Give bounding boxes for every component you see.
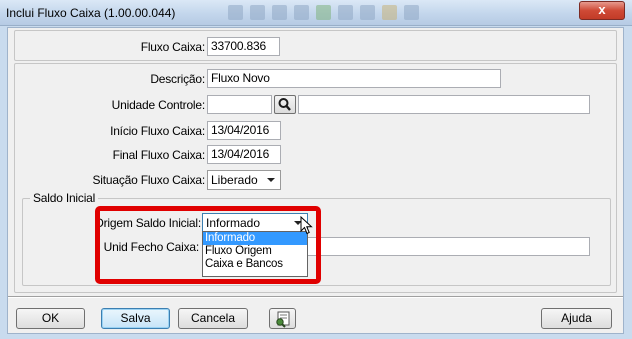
fluxo-caixa-label: Fluxo Caixa: bbox=[140, 40, 205, 54]
dialog-body: Fluxo Caixa: 33700.836 Descrição: Fluxo … bbox=[7, 27, 624, 334]
salva-button[interactable]: Salva bbox=[101, 308, 170, 329]
dropdown-option-fluxo-origem[interactable]: Fluxo Origem bbox=[203, 245, 307, 258]
ghost-toolbar-icon bbox=[360, 5, 375, 20]
dropdown-option-caixa-bancos[interactable]: Caixa e Bancos bbox=[203, 258, 307, 271]
origem-saldo-label: Origem Saldo Inicial: bbox=[94, 216, 201, 230]
situacao-selected-value: Liberado bbox=[211, 173, 258, 187]
document-edit-button[interactable] bbox=[269, 308, 296, 329]
ghost-toolbar-icon bbox=[316, 5, 331, 20]
ghost-toolbar-icon bbox=[404, 5, 419, 20]
ghost-toolbar-icon bbox=[382, 5, 397, 20]
mouse-cursor-icon bbox=[300, 216, 313, 235]
unid-fecho-label: Unid Fecho Caixa: bbox=[103, 240, 200, 254]
window-title: Inclui Fluxo Caixa (1.00.00.044) bbox=[6, 6, 176, 20]
button-separator bbox=[8, 296, 623, 298]
descricao-field[interactable]: Fluxo Novo bbox=[207, 69, 501, 88]
unid-fecho-field[interactable] bbox=[298, 237, 590, 256]
ghost-toolbar-icon bbox=[294, 5, 309, 20]
inicio-fluxo-label: Início Fluxo Caixa: bbox=[110, 124, 205, 138]
final-fluxo-label: Final Fluxo Caixa: bbox=[112, 148, 206, 162]
unidade-controle-code-field[interactable] bbox=[207, 95, 272, 114]
ghost-toolbar-icon bbox=[272, 5, 287, 20]
inicio-fluxo-field[interactable]: 13/04/2016 bbox=[207, 121, 281, 140]
cancela-button[interactable]: Cancela bbox=[178, 308, 248, 329]
title-bar[interactable]: Inclui Fluxo Caixa (1.00.00.044) x bbox=[0, 0, 632, 26]
unidade-controle-label: Unidade Controle: bbox=[111, 98, 206, 112]
situacao-select[interactable]: Liberado bbox=[207, 170, 281, 190]
ok-button[interactable]: OK bbox=[16, 308, 85, 329]
unidade-controle-name-field[interactable] bbox=[298, 95, 590, 114]
ajuda-button[interactable]: Ajuda bbox=[541, 308, 612, 329]
situacao-fluxo-label: Situação Fluxo Caixa: bbox=[92, 173, 205, 187]
ghost-toolbar-icon bbox=[250, 5, 265, 20]
origem-saldo-dropdown-list[interactable]: Informado Fluxo Origem Caixa e Bancos bbox=[202, 231, 308, 277]
document-edit-icon bbox=[276, 311, 290, 328]
dropdown-option-informado[interactable]: Informado bbox=[203, 232, 307, 245]
ghost-toolbar-icon bbox=[228, 5, 243, 20]
close-icon: x bbox=[598, 2, 606, 17]
origem-saldo-selected-value: Informado bbox=[206, 216, 261, 230]
ghost-toolbar-icon bbox=[338, 5, 353, 20]
saldo-inicial-legend: Saldo Inicial bbox=[30, 191, 99, 205]
unidade-controle-lookup-button[interactable] bbox=[274, 95, 296, 114]
final-fluxo-field[interactable]: 13/04/2016 bbox=[207, 145, 281, 164]
chevron-down-icon bbox=[267, 178, 275, 182]
origem-saldo-select[interactable]: Informado bbox=[202, 213, 308, 233]
descricao-label: Descrição: bbox=[150, 72, 205, 86]
magnifier-icon bbox=[278, 98, 291, 111]
close-button[interactable]: x bbox=[579, 1, 625, 20]
fluxo-caixa-field[interactable]: 33700.836 bbox=[207, 37, 280, 56]
